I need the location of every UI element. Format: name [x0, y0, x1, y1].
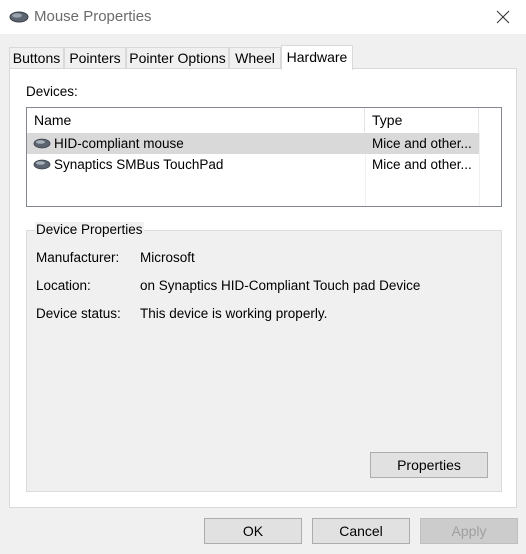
apply-button[interactable]: Apply	[420, 518, 518, 544]
close-button[interactable]	[480, 0, 526, 34]
device-properties-group: Device Properties Manufacturer: Microsof…	[26, 222, 502, 492]
tab-hardware[interactable]: Hardware	[281, 45, 353, 70]
mouse-icon	[9, 11, 29, 23]
device-status-label: Device status:	[36, 306, 121, 321]
manufacturer-label: Manufacturer:	[36, 250, 120, 265]
cancel-button[interactable]: Cancel	[312, 518, 410, 544]
tab-pointer-options[interactable]: Pointer Options	[126, 47, 229, 69]
close-icon	[496, 10, 510, 24]
column-header-type[interactable]: Type	[365, 108, 479, 132]
location-label: Location:	[36, 278, 91, 293]
ok-button[interactable]: OK	[204, 518, 302, 544]
hardware-tab-panel: Devices: Name Type HID-compliant mouse M…	[9, 68, 517, 508]
mouse-properties-window: Mouse Properties Buttons Pointers Pointe…	[0, 0, 526, 554]
list-item[interactable]: HID-compliant mouse Mice and other...	[27, 133, 479, 154]
list-header: Name Type	[27, 108, 501, 132]
location-value: on Synaptics HID-Compliant Touch pad Dev…	[140, 278, 421, 293]
tab-wheel[interactable]: Wheel	[229, 47, 281, 69]
device-type: Mice and other...	[372, 136, 472, 151]
list-item[interactable]: Synaptics SMBus TouchPad Mice and other.…	[27, 154, 479, 175]
group-legend: Device Properties	[35, 222, 144, 237]
tab-buttons[interactable]: Buttons	[9, 47, 64, 69]
column-header-name[interactable]: Name	[27, 108, 365, 132]
column-divider	[479, 132, 480, 206]
device-name: HID-compliant mouse	[54, 136, 184, 151]
title-bar[interactable]: Mouse Properties	[0, 0, 526, 34]
devices-list[interactable]: Name Type HID-compliant mouse Mice and o…	[26, 107, 502, 207]
manufacturer-value: Microsoft	[140, 250, 195, 265]
device-status-value: This device is working properly.	[140, 306, 328, 321]
devices-label: Devices:	[26, 84, 78, 99]
window-title: Mouse Properties	[34, 8, 152, 25]
mouse-icon	[33, 138, 51, 149]
device-name: Synaptics SMBus TouchPad	[54, 157, 224, 172]
tab-pointers[interactable]: Pointers	[64, 47, 126, 69]
device-type: Mice and other...	[372, 157, 472, 172]
properties-button[interactable]: Properties	[370, 452, 488, 478]
mouse-icon	[33, 159, 51, 170]
